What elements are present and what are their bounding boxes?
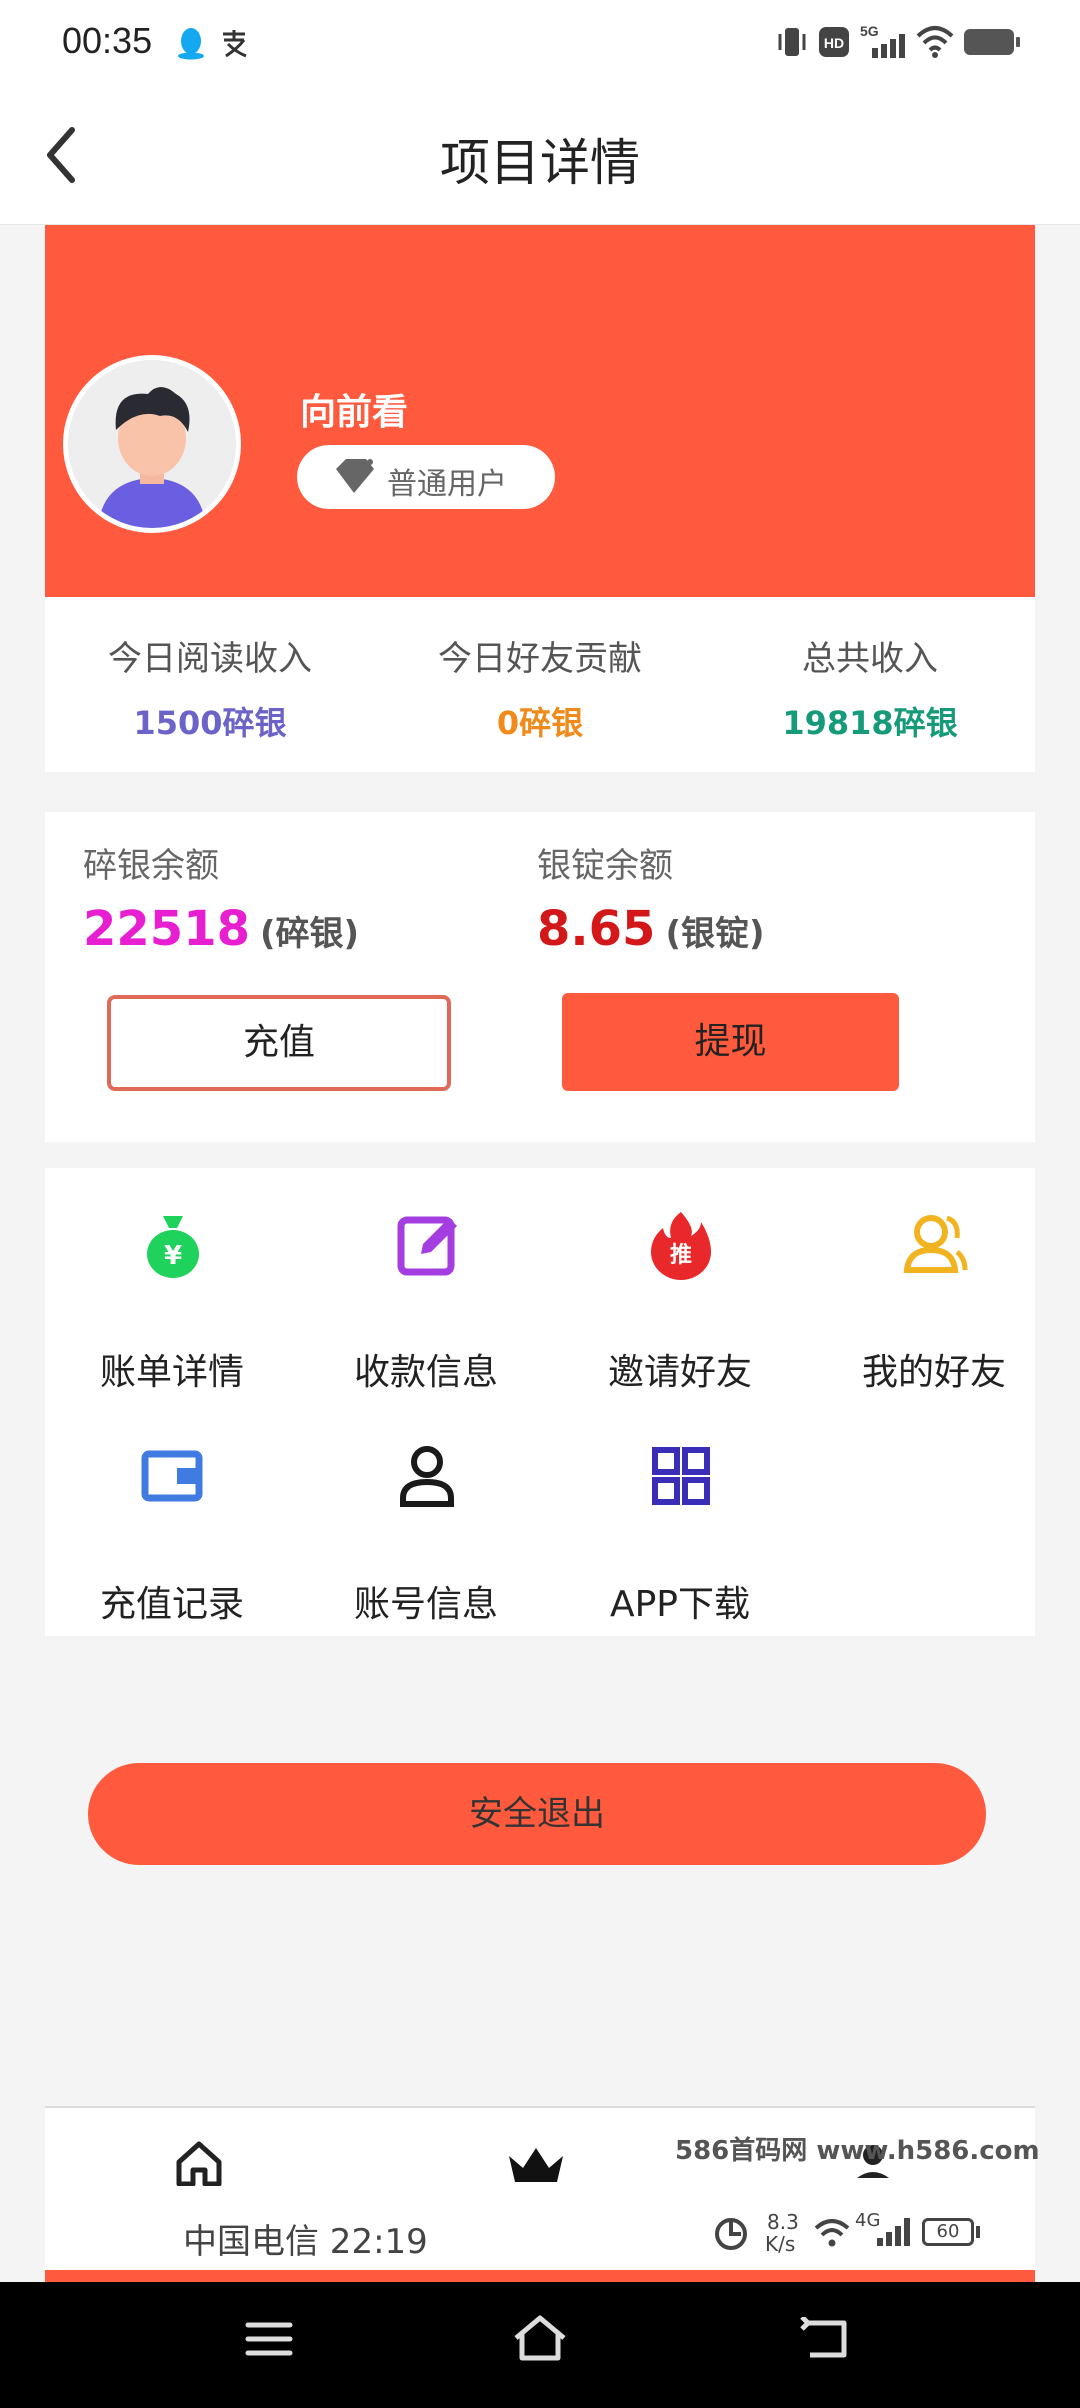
signal-icon <box>877 2218 910 2246</box>
svg-text:5G: 5G <box>860 23 879 39</box>
stat-today-reading: 今日阅读收入 1500碎银 <box>45 631 375 744</box>
function-menu: ¥ 账单详情 收款信息 推 邀请好友 我的好友 充值记录 账号信息 APP下载 <box>45 1168 1035 1636</box>
qq-icon <box>178 28 204 60</box>
profile-banner: 向前看 普通用户 <box>45 225 1035 597</box>
badge-label: 普通用户 <box>387 467 507 502</box>
menu-item-account-info[interactable]: 账号信息 <box>299 1420 553 1625</box>
money-bag-icon: ¥ <box>147 1216 199 1278</box>
avatar[interactable] <box>63 355 241 533</box>
menu-label: APP下载 <box>609 1584 751 1625</box>
menu-icon[interactable] <box>244 2317 294 2361</box>
status-time: 00:35 <box>62 20 153 61</box>
balance-card: 碎银余额 22518 (碎银) 银锭余额 8.65 (银锭) 充值 提现 <box>45 812 1035 1142</box>
stat-label: 今日好友贡献 <box>438 639 642 679</box>
svg-text:HD: HD <box>824 35 844 51</box>
income-stats: 今日阅读收入 1500碎银 今日好友贡献 0碎银 总共收入 19818碎银 <box>45 597 1035 772</box>
avatar-icon <box>68 360 236 528</box>
embedded-status-bar: 中国电信 22:19 8.3 K/s 4G 60 <box>45 2208 1035 2268</box>
data-saver-icon <box>715 2218 747 2250</box>
svg-text:推: 推 <box>670 1243 692 1268</box>
menu-label: 账单详情 <box>99 1352 244 1393</box>
menu-item-bill-details[interactable]: ¥ 账单详情 <box>45 1188 299 1393</box>
watermark-text: 586首码网 www.h586.com <box>675 2136 1040 2166</box>
stat-label: 今日阅读收入 <box>108 639 312 679</box>
friends-icon <box>903 1215 968 1273</box>
stat-friend-contribution: 今日好友贡献 0碎银 <box>375 631 705 744</box>
network-speed: 8.3 <box>767 2210 799 2234</box>
wallet-icon <box>141 1450 203 1502</box>
menu-item-app-download[interactable]: APP下载 <box>553 1420 807 1625</box>
title-bar: 项目详情 <box>0 85 1080 225</box>
ingot-balance: 银锭余额 8.65 (银锭) <box>537 838 765 957</box>
home-key-icon[interactable] <box>510 2312 570 2364</box>
back-key-icon[interactable] <box>800 2317 850 2361</box>
wifi-icon <box>916 26 954 58</box>
user-icon <box>400 1446 454 1507</box>
page-title: 项目详情 <box>440 134 640 192</box>
silver-balance: 碎银余额 22518 (碎银) <box>83 838 359 957</box>
stat-total-income: 总共收入 19818碎银 <box>705 631 1035 744</box>
battery-level: 60 <box>936 2221 960 2242</box>
ingot-balance-value: 8.65 <box>537 901 656 957</box>
username: 向前看 <box>300 392 409 433</box>
edit-icon <box>397 1216 457 1276</box>
menu-label: 我的好友 <box>861 1352 1006 1393</box>
fire-invite-icon: 推 <box>651 1212 711 1280</box>
carrier-time: 中国电信 22:19 <box>183 2222 428 2262</box>
stat-value: 19818碎银 <box>782 704 958 742</box>
logout-button[interactable]: 安全退出 <box>88 1763 986 1865</box>
bottom-navigation: 586首码网 www.h586.com 中国电信 22:19 8.3 K/s 4… <box>45 2106 1040 2278</box>
menu-item-payment-info[interactable]: 收款信息 <box>299 1188 553 1393</box>
ingot-balance-label: 银锭余额 <box>537 846 673 886</box>
stat-label: 总共收入 <box>802 639 938 679</box>
menu-item-invite-friends[interactable]: 推 邀请好友 <box>553 1188 807 1393</box>
menu-label: 账号信息 <box>353 1584 498 1625</box>
withdraw-button[interactable]: 提现 <box>562 993 899 1091</box>
diamond-icon <box>336 459 374 493</box>
svg-text:¥: ¥ <box>164 1241 182 1271</box>
menu-label: 充值记录 <box>99 1584 244 1625</box>
system-navigation-bar <box>0 2282 1080 2408</box>
menu-label: 邀请好友 <box>607 1352 752 1393</box>
vibrate-icon <box>778 28 806 56</box>
accent-strip <box>45 2270 1035 2282</box>
menu-label: 收款信息 <box>353 1352 498 1393</box>
5g-signal-icon: 5G <box>860 23 905 58</box>
hd-icon: HD <box>819 27 849 57</box>
silver-balance-unit: (碎银) <box>260 914 360 954</box>
ingot-balance-unit: (银锭) <box>665 914 765 954</box>
silver-balance-label: 碎银余额 <box>83 846 219 886</box>
crown-icon[interactable] <box>505 2142 567 2186</box>
grid-icon <box>652 1447 710 1505</box>
menu-item-recharge-records[interactable]: 充值记录 <box>45 1420 299 1625</box>
user-level-badge: 普通用户 <box>297 445 555 509</box>
stat-value: 0碎银 <box>496 704 584 742</box>
stat-value: 1500碎银 <box>133 704 287 742</box>
wifi-icon <box>814 2219 850 2247</box>
battery-indicator: 60 <box>922 2218 974 2246</box>
network-speed-unit: K/s <box>765 2232 796 2256</box>
recharge-button[interactable]: 充值 <box>107 995 451 1091</box>
battery-icon <box>964 29 1020 55</box>
status-bar: 00:35 HD 5G <box>0 0 1080 85</box>
silver-balance-value: 22518 <box>83 901 250 957</box>
battery-tip <box>976 2226 980 2238</box>
menu-item-my-friends[interactable]: 我的好友 <box>807 1188 1061 1393</box>
alipay-icon <box>223 30 247 58</box>
home-icon[interactable] <box>173 2138 225 2186</box>
